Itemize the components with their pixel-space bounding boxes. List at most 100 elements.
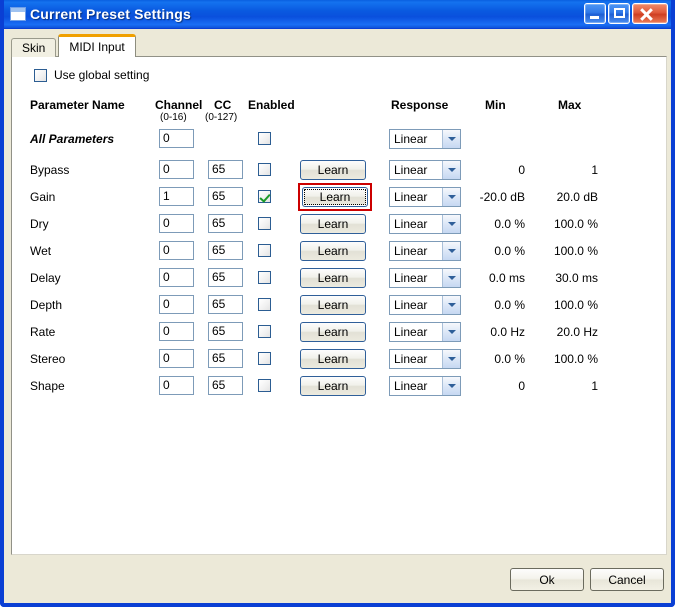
table-row: Delay 0 65 Learn Linear 0.0 ms 30.0 ms <box>12 268 666 295</box>
min-value: 0 <box>518 379 525 393</box>
channel-input[interactable]: 0 <box>159 160 194 179</box>
channel-input[interactable]: 0 <box>159 241 194 260</box>
learn-button[interactable]: Learn <box>302 187 368 207</box>
response-dropdown[interactable]: Linear <box>389 268 461 288</box>
chevron-down-icon[interactable] <box>442 161 460 179</box>
chevron-down-icon[interactable] <box>442 296 460 314</box>
channel-input[interactable]: 0 <box>159 129 194 148</box>
tab-content-panel: Use global setting Parameter Name Channel… <box>11 56 667 555</box>
enabled-checkbox[interactable] <box>258 244 271 257</box>
cc-input[interactable]: 65 <box>208 295 243 314</box>
response-dropdown[interactable]: Linear <box>389 241 461 261</box>
max-value: 100.0 % <box>553 217 598 231</box>
channel-input[interactable]: 0 <box>159 349 194 368</box>
cc-input[interactable]: 65 <box>208 268 243 287</box>
header-enabled: Enabled <box>248 98 295 112</box>
max-value: 100.0 % <box>553 244 598 258</box>
close-button[interactable] <box>632 3 668 24</box>
learn-button[interactable]: Learn <box>300 349 366 369</box>
enabled-checkbox[interactable] <box>258 352 271 365</box>
cc-input[interactable]: 65 <box>208 322 243 341</box>
channel-input[interactable]: 0 <box>159 295 194 314</box>
response-dropdown[interactable]: Linear <box>389 376 461 396</box>
response-value: Linear <box>394 190 428 204</box>
response-value: Linear <box>394 244 428 258</box>
chevron-down-icon[interactable] <box>442 323 460 341</box>
ok-button[interactable]: Ok <box>510 568 584 591</box>
max-value: 20.0 Hz <box>556 325 598 339</box>
response-value: Linear <box>394 298 428 312</box>
response-dropdown[interactable]: Linear <box>389 295 461 315</box>
learn-button-wrapper: Learn <box>300 322 366 342</box>
chevron-down-icon[interactable] <box>442 215 460 233</box>
chevron-down-icon[interactable] <box>442 269 460 287</box>
learn-button[interactable]: Learn <box>300 214 366 234</box>
learn-button-wrapper: Learn <box>300 376 366 396</box>
learn-button-wrapper: Learn <box>300 349 366 369</box>
response-value: Linear <box>394 325 428 339</box>
maximize-button[interactable] <box>608 3 630 24</box>
enabled-checkbox[interactable] <box>258 325 271 338</box>
table-row: Gain 1 65 Learn Linear -20.0 dB 20.0 dB <box>12 183 666 214</box>
enabled-checkbox[interactable] <box>258 271 271 284</box>
response-value: Linear <box>394 217 428 231</box>
maximize-icon <box>614 8 625 18</box>
parameter-name-label: Wet <box>30 244 52 258</box>
learn-button[interactable]: Learn <box>300 376 366 396</box>
parameter-name-label: Rate <box>30 325 56 339</box>
header-max: Max <box>558 98 582 112</box>
cancel-button[interactable]: Cancel <box>590 568 664 591</box>
header-channel-range: (0-16) <box>160 112 187 123</box>
response-value: Linear <box>394 132 428 146</box>
table-row: All Parameters 0 Linear <box>12 129 666 156</box>
learn-button[interactable]: Learn <box>300 268 366 288</box>
channel-input[interactable]: 0 <box>159 268 194 287</box>
header-cc-range: (0-127) <box>205 112 238 123</box>
enabled-checkbox[interactable] <box>258 132 271 145</box>
chevron-down-icon[interactable] <box>442 242 460 260</box>
max-value: 100.0 % <box>553 352 598 366</box>
chevron-down-icon[interactable] <box>442 377 460 395</box>
cc-input[interactable]: 65 <box>208 349 243 368</box>
title-bar: Current Preset Settings <box>4 0 671 29</box>
chevron-down-icon[interactable] <box>442 130 460 148</box>
use-global-setting-checkbox[interactable] <box>34 68 47 82</box>
min-value: -20.0 dB <box>479 190 525 204</box>
learn-button[interactable]: Learn <box>300 322 366 342</box>
enabled-checkbox[interactable] <box>258 298 271 311</box>
window-title: Current Preset Settings <box>30 6 191 22</box>
cc-input[interactable]: 65 <box>208 376 243 395</box>
response-dropdown[interactable]: Linear <box>389 214 461 234</box>
response-dropdown[interactable]: Linear <box>389 187 461 207</box>
cc-input[interactable]: 65 <box>208 160 243 179</box>
cc-input[interactable]: 65 <box>208 187 243 206</box>
channel-input[interactable]: 0 <box>159 376 194 395</box>
cc-input[interactable]: 65 <box>208 241 243 260</box>
use-global-setting-row[interactable]: Use global setting <box>34 68 149 82</box>
minimize-button[interactable] <box>584 3 606 24</box>
tab-midi-input[interactable]: MIDI Input <box>58 34 136 57</box>
enabled-checkbox[interactable] <box>258 190 271 203</box>
enabled-checkbox[interactable] <box>258 217 271 230</box>
chevron-down-icon[interactable] <box>442 350 460 368</box>
learn-button[interactable]: Learn <box>300 241 366 261</box>
learn-button-wrapper: Learn <box>298 183 372 211</box>
channel-input[interactable]: 0 <box>159 322 194 341</box>
learn-button[interactable]: Learn <box>300 295 366 315</box>
response-dropdown[interactable]: Linear <box>389 129 461 149</box>
response-dropdown[interactable]: Linear <box>389 349 461 369</box>
response-dropdown[interactable]: Linear <box>389 322 461 342</box>
learn-button[interactable]: Learn <box>300 160 366 180</box>
window-icon <box>10 7 26 21</box>
response-value: Linear <box>394 379 428 393</box>
enabled-checkbox[interactable] <box>258 163 271 176</box>
channel-input[interactable]: 1 <box>159 187 194 206</box>
parameter-name-label: Shape <box>30 379 65 393</box>
enabled-checkbox[interactable] <box>258 379 271 392</box>
chevron-down-icon[interactable] <box>442 188 460 206</box>
response-dropdown[interactable]: Linear <box>389 160 461 180</box>
tab-skin[interactable]: Skin <box>11 38 57 57</box>
cc-input[interactable]: 65 <box>208 214 243 233</box>
channel-input[interactable]: 0 <box>159 214 194 233</box>
min-value: 0.0 % <box>494 298 525 312</box>
